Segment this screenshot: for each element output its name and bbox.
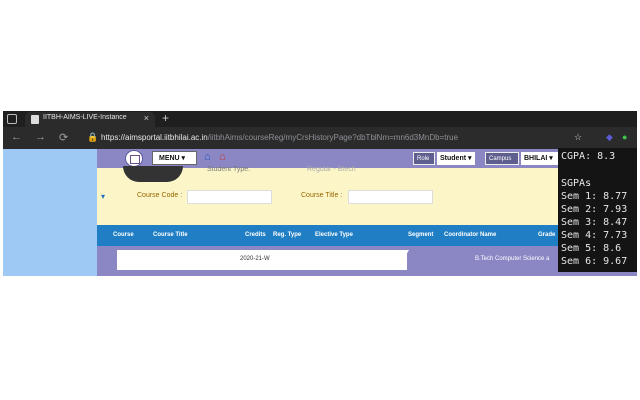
student-type-value: Regular - Btech xyxy=(307,166,356,173)
sgpa-sem-4: Sem 4: 7.73 xyxy=(561,230,628,241)
institute-logo xyxy=(125,150,143,167)
browser-window: IITBH-AIMS-LIVE-Instance × + ← → ⟳ 🔒 htt… xyxy=(3,111,637,276)
th-coordinator: Coordinator Name xyxy=(444,232,497,238)
extension-gpa-icon[interactable]: ● xyxy=(622,132,627,142)
th-reg-type: Reg. Type xyxy=(273,232,302,238)
row-session: 2020-21-W xyxy=(240,256,270,262)
profile-photo xyxy=(123,166,183,182)
url-host: https://aimsportal.iitbhilai.ac.in xyxy=(101,133,208,142)
sgpa-sem-1: Sem 1: 8.77 xyxy=(561,191,628,202)
favicon-icon xyxy=(31,115,39,124)
tab-active[interactable]: IITBH-AIMS-LIVE-Instance × xyxy=(25,112,155,127)
th-grade: Grade xyxy=(538,232,556,238)
viewport: IITBH-AIMS-LIVE-Instance × + ← → ⟳ 🔒 htt… xyxy=(0,0,640,400)
browser-toolbar: ← → ⟳ 🔒 https://aimsportal.iitbhilai.ac.… xyxy=(3,127,637,149)
url-text: https://aimsportal.iitbhilai.ac.in/iitbh… xyxy=(101,133,458,142)
student-type-label: Student Type: xyxy=(207,166,251,173)
collapse-toggle-icon[interactable]: ▾ xyxy=(101,192,105,201)
sgpa-sem-6: Sem 6: 9.67 xyxy=(561,256,628,267)
table-row[interactable]: 2020-21-W B.Tech Computer Science a xyxy=(97,246,637,276)
th-course: Course xyxy=(113,232,134,238)
home-icon[interactable]: ⌂ xyxy=(204,151,211,163)
row-coordinator: B.Tech Computer Science a xyxy=(475,256,550,262)
th-course-title: Course Title xyxy=(153,232,188,238)
extension-icon[interactable]: ◆ xyxy=(606,132,613,143)
window-menu-icon[interactable] xyxy=(7,114,17,124)
menu-button[interactable]: MENU ▾ xyxy=(152,151,197,165)
campus-select[interactable]: BHILAI ▾ xyxy=(521,152,559,165)
cgpa-text: CGPA: 8.3 xyxy=(561,151,616,162)
forward-icon[interactable]: → xyxy=(35,131,46,143)
reload-icon[interactable]: ⟳ xyxy=(59,131,68,144)
course-code-label: Course Code : xyxy=(137,192,183,199)
table-header: Course Course Title Credits Reg. Type El… xyxy=(97,225,637,246)
url-path: /iitbhAims/courseReg/myCrsHistoryPage?db… xyxy=(207,133,459,142)
address-bar[interactable]: 🔒 https://aimsportal.iitbhilai.ac.in/iit… xyxy=(83,130,553,146)
sgpa-sem-5: Sem 5: 8.6 xyxy=(561,243,622,254)
course-code-input[interactable] xyxy=(187,190,272,204)
th-segment: Segment xyxy=(408,232,434,238)
role-select[interactable]: Student ▾ xyxy=(437,152,475,165)
lock-icon: 🔒 xyxy=(87,132,99,142)
tab-bar: IITBH-AIMS-LIVE-Instance × + xyxy=(3,111,637,127)
course-title-input[interactable] xyxy=(348,190,433,204)
sgpa-sem-2: Sem 2: 7.93 xyxy=(561,204,628,215)
page-content: MENU ▾ ⌂ ⌂ Role Student ▾ Campus BHILAI … xyxy=(3,149,637,276)
bookmark-star-icon[interactable]: ☆ xyxy=(574,132,582,143)
role-label: Role xyxy=(413,152,435,165)
sgpa-title: SGPAs xyxy=(561,178,592,189)
new-tab-button[interactable]: + xyxy=(162,111,169,125)
course-title-label: Course Title : xyxy=(301,192,343,199)
gpa-overlay: CGPA: 8.3 SGPAs Sem 1: 8.77 Sem 2: 7.93 … xyxy=(558,148,637,272)
th-credits: Credits xyxy=(245,232,266,238)
left-panel xyxy=(3,149,97,276)
home-alt-icon[interactable]: ⌂ xyxy=(219,151,226,163)
search-panel: ▾ Course Code : Course Title : xyxy=(97,182,637,225)
back-icon[interactable]: ← xyxy=(11,131,22,143)
student-info: Student Type: Regular - Btech xyxy=(97,166,637,182)
tab-title: IITBH-AIMS-LIVE-Instance xyxy=(43,114,127,121)
row-decoration xyxy=(397,250,409,270)
tab-close-icon[interactable]: × xyxy=(144,113,149,123)
campus-label: Campus xyxy=(485,152,519,165)
th-elective-type: Elective Type xyxy=(315,232,353,238)
sgpa-sem-3: Sem 3: 8.47 xyxy=(561,217,628,228)
